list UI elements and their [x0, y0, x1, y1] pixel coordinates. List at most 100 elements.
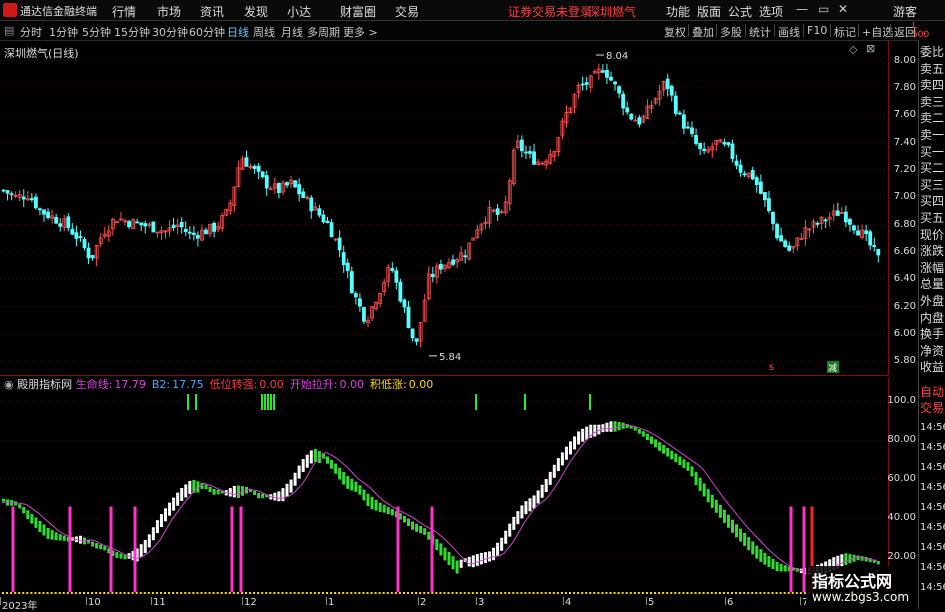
period-daily[interactable]: 日线: [227, 24, 249, 40]
price-tick: 6.00: [894, 328, 916, 339]
baseline-dot: [557, 592, 559, 594]
close-panel-icon[interactable]: ⊠: [866, 42, 875, 55]
menu-market[interactable]: 市场: [157, 3, 181, 20]
tool-add-favorite[interactable]: +自选: [862, 24, 893, 40]
period-multi[interactable]: 多周期: [307, 24, 340, 40]
indicator-bar: [144, 543, 147, 553]
guest-label[interactable]: 游客: [893, 3, 917, 20]
login-alert[interactable]: 证券交易未登录: [508, 3, 592, 20]
menu-layout[interactable]: 版面: [697, 3, 721, 20]
candle: [763, 192, 766, 199]
tool-draw[interactable]: 画线: [778, 24, 800, 40]
indicator-bar: [379, 506, 382, 512]
side-tab[interactable]: 现价: [920, 229, 945, 242]
baseline-dot: [290, 592, 292, 594]
baseline-dot: [119, 592, 121, 594]
period-1min[interactable]: 1分钟: [49, 24, 78, 40]
period-monthly[interactable]: 月线: [281, 24, 303, 40]
indicator-label: 开始拉升:: [290, 378, 338, 391]
tool-stats[interactable]: 统计: [749, 24, 771, 40]
side-tab[interactable]: 买二: [920, 162, 945, 175]
indicator-chart[interactable]: [0, 378, 888, 596]
side-tab[interactable]: 卖一: [920, 129, 945, 142]
indicator-toggle-icon[interactable]: ◉: [4, 378, 14, 391]
candle: [75, 233, 78, 239]
side-tab[interactable]: 买四: [920, 195, 945, 208]
side-tab[interactable]: 涨幅: [920, 262, 945, 275]
indicator-bar: [387, 507, 390, 510]
stock-alert[interactable]: 深圳燃气: [588, 3, 636, 20]
menu-wealth[interactable]: 财富圈: [340, 3, 376, 20]
price-chart[interactable]: 8.045.84s减: [0, 40, 888, 375]
candle: [71, 229, 74, 234]
side-tab[interactable]: 卖二: [920, 112, 945, 125]
baseline-dot: [176, 592, 178, 594]
restore-icon[interactable]: ▭: [818, 2, 829, 16]
menu-formula[interactable]: 公式: [728, 3, 752, 20]
indicator-bar: [156, 523, 159, 533]
indicator-item-1: B2:17.75: [152, 378, 204, 391]
period-5min[interactable]: 5分钟: [82, 24, 111, 40]
baseline-dot: [520, 592, 522, 594]
tool-f10[interactable]: F10: [807, 24, 827, 37]
tool-adjust[interactable]: 复权: [664, 24, 686, 40]
tool-mark[interactable]: 标记: [834, 24, 856, 40]
tool-multistock[interactable]: 多股: [720, 24, 742, 40]
chart-area[interactable]: 8.045.84s减: [0, 40, 888, 609]
indicator-bar: [666, 451, 669, 457]
indicator-bar: [500, 538, 503, 541]
indicator-value: 17.75: [172, 378, 204, 391]
side-tab[interactable]: 内盘: [920, 312, 945, 325]
menu-quotes[interactable]: 行情: [112, 3, 136, 20]
side-tab[interactable]: 卖五: [920, 63, 945, 76]
indicator-bar: [196, 481, 199, 484]
candle: [342, 253, 345, 265]
indicator-bar: [496, 546, 499, 556]
side-tab[interactable]: 收益: [920, 361, 945, 374]
menu-news[interactable]: 资讯: [200, 3, 224, 20]
menu-function[interactable]: 功能: [666, 3, 690, 20]
indicator-bar: [723, 510, 726, 513]
side-tab[interactable]: 卖四: [920, 79, 945, 92]
side-tab[interactable]: 净资: [920, 345, 945, 358]
tool-overlay[interactable]: 叠加: [692, 24, 714, 40]
side-tab[interactable]: 买一: [920, 146, 945, 159]
indicator-bar: [638, 429, 641, 432]
side-tab[interactable]: 买三: [920, 179, 945, 192]
side-tab[interactable]: 总量: [920, 278, 945, 291]
baseline-dot: [140, 592, 142, 594]
panel-toggle-icon[interactable]: ▤: [4, 24, 14, 37]
menu-discover[interactable]: 发现: [244, 3, 268, 20]
baseline-dot: [654, 592, 656, 594]
period-more[interactable]: 更多 >: [343, 24, 378, 40]
settings-diamond-icon[interactable]: ◇: [849, 43, 857, 56]
indicator-bar: [233, 489, 236, 497]
menu-xiaoda[interactable]: 小达: [287, 3, 311, 20]
indicator-bar: [682, 459, 685, 462]
baseline-dot: [103, 592, 105, 594]
minimize-icon[interactable]: —: [796, 2, 808, 16]
close-icon[interactable]: ✕: [838, 2, 848, 16]
side-tab[interactable]: 涨跌: [920, 245, 945, 258]
baseline-dot: [533, 592, 535, 594]
menu-trade[interactable]: 交易: [395, 3, 419, 20]
period-15min[interactable]: 15分钟: [114, 24, 150, 40]
baseline-dot: [306, 592, 308, 594]
indicator-name[interactable]: 殿朋指标网: [17, 378, 72, 391]
side-tab[interactable]: 委比: [920, 46, 945, 59]
period-60min[interactable]: 60分钟: [189, 24, 225, 40]
side-tab[interactable]: 换手: [920, 328, 945, 341]
side-tab[interactable]: 卖三: [920, 96, 945, 109]
period-30min[interactable]: 30分钟: [152, 24, 188, 40]
indicator-bar: [79, 536, 82, 539]
side-tab-trade[interactable]: 自动: [920, 386, 945, 399]
menu-options[interactable]: 选项: [759, 3, 783, 20]
indicator-bar: [699, 478, 702, 481]
indicator-bar: [719, 508, 722, 518]
side-tab-trade[interactable]: 交易: [920, 402, 945, 415]
period-timeshare[interactable]: 分时: [20, 24, 42, 40]
side-tab[interactable]: 外盘: [920, 295, 945, 308]
side-tab[interactable]: 买五: [920, 212, 945, 225]
candle: [407, 307, 410, 327]
period-weekly[interactable]: 周线: [253, 24, 275, 40]
